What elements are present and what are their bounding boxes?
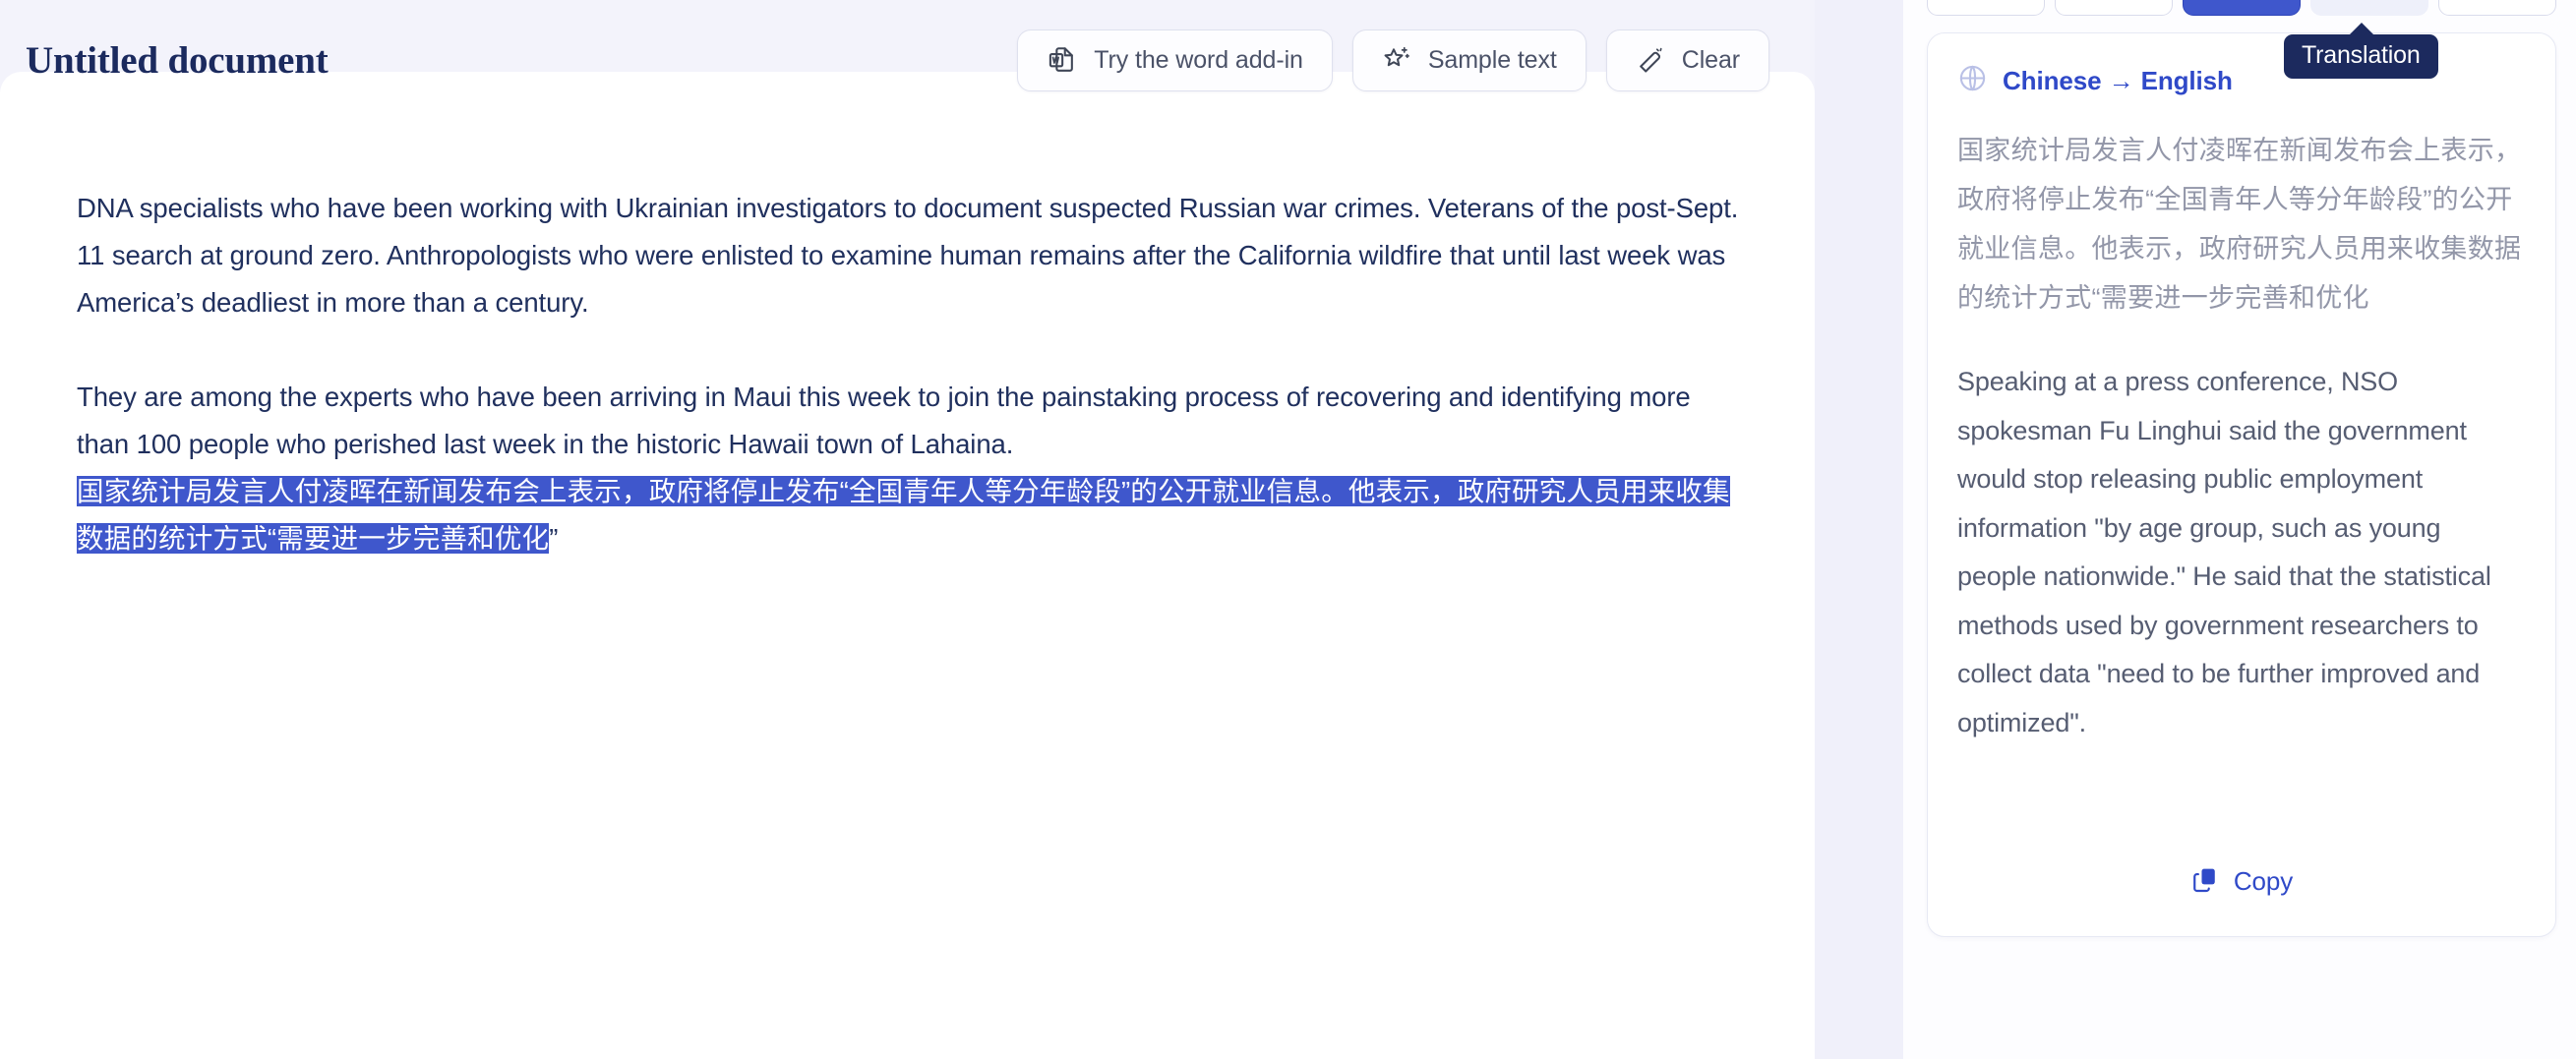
document-paragraph-1: DNA specialists who have been working wi… [77,193,1739,318]
editor-column: DNA specialists who have been working wi… [0,0,1815,1059]
document-sheet: DNA specialists who have been working wi… [0,72,1815,1059]
translation-card: Chinese → English 国家统计局发言人付凌晖在新闻发布会上表示，政… [1927,32,2556,937]
sparkle-star-icon [1382,45,1411,75]
document-title[interactable]: Untitled document [26,38,329,83]
sample-text-label: Sample text [1427,45,1557,74]
sidebar-tab-strip[interactable] [1927,0,2556,16]
source-text: 国家统计局发言人付凌晖在新闻发布会上表示，政府将停止发布“全国青年人等分年龄段”… [1957,136,2522,313]
word-document-icon [1047,45,1077,76]
panel-gap-divider [1815,0,1903,1059]
copy-row: Copy [1928,859,2555,903]
copy-icon [2190,865,2219,897]
clear-label: Clear [1681,45,1740,74]
document-body[interactable]: DNA specialists who have been working wi… [77,185,1749,562]
editor-toolbar: Untitled document Try the word add-in Sa… [0,0,1815,120]
clear-button[interactable]: Clear [1605,29,1769,91]
paragraph-3-trailing-quote: ” [549,523,559,554]
eraser-icon [1636,45,1665,75]
language-pair-label: Chinese → English [2003,65,2233,95]
sidebar-tab-translation-active[interactable] [2183,0,2301,16]
tooltip-arrow [2349,23,2375,35]
language-pair-row[interactable]: Chinese → English [1957,61,2526,100]
toolbar-actions: Try the word add-in Sample text Clear [1017,29,1787,91]
try-word-addin-label: Try the word add-in [1094,45,1303,74]
sidebar-tab-5[interactable] [2438,0,2556,16]
sidebar-tab-1[interactable] [1927,0,2045,16]
copy-label: Copy [2233,865,2294,896]
sample-text-button[interactable]: Sample text [1351,29,1587,91]
translated-text: Speaking at a press conference, NSO spok… [1957,367,2491,737]
copy-button[interactable]: Copy [2181,859,2303,903]
document-paragraph-2: They are among the experts who have been… [77,382,1691,459]
globe-icon [1957,63,1988,98]
sidebar-tab-2[interactable] [2055,0,2173,16]
tooltip-label: Translation [2302,41,2421,69]
text-selection-highlight: 国家统计局发言人付凌晖在新闻发布会上表示，政府将停止发布“全国青年人等分年龄段”… [77,476,1730,554]
translation-tooltip: Translation [2284,23,2438,79]
document-paragraph-3-selected: 国家统计局发言人付凌晖在新闻发布会上表示，政府将停止发布“全国青年人等分年龄段”… [77,468,1749,562]
try-word-addin-button[interactable]: Try the word add-in [1017,29,1333,91]
right-sidebar: Chinese → English 国家统计局发言人付凌晖在新闻发布会上表示，政… [1903,0,2576,1059]
sidebar-tab-4[interactable] [2310,0,2428,16]
